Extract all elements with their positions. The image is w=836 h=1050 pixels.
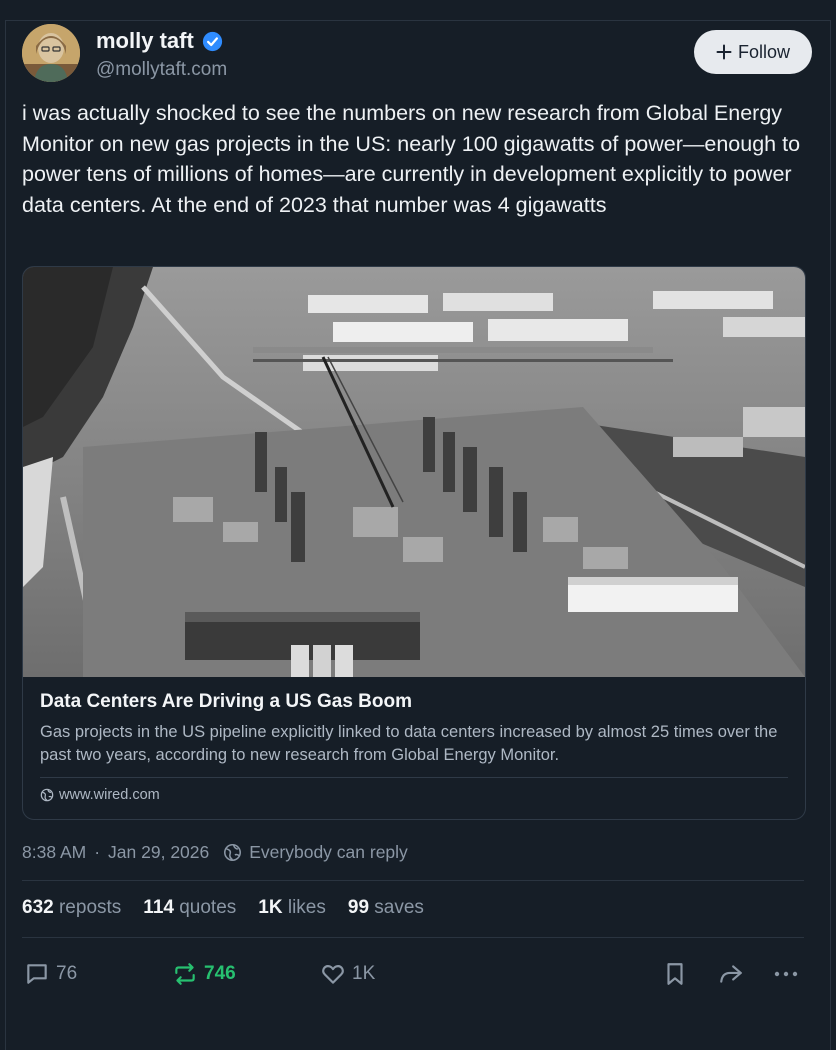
share-icon	[716, 961, 746, 987]
reposts-stat[interactable]: 632 reposts	[22, 897, 121, 919]
more-icon	[772, 961, 800, 987]
author-handle[interactable]: @mollytaft.com	[96, 59, 227, 81]
article-domain: www.wired.com	[40, 787, 160, 803]
follow-label: Follow	[737, 41, 790, 62]
action-bar: 76 746 1K	[22, 956, 804, 996]
follow-button[interactable]: Follow	[694, 30, 812, 74]
repost-icon	[172, 961, 198, 987]
like-button[interactable]: 1K	[320, 956, 375, 992]
bookmark-icon	[662, 961, 688, 987]
post-time: 8:38 AM	[22, 842, 87, 862]
link-card[interactable]: Data Centers Are Driving a US Gas Boom G…	[22, 266, 806, 820]
article-image	[23, 267, 805, 677]
likes-stat[interactable]: 1K likes	[258, 897, 326, 919]
article-domain-text: www.wired.com	[59, 787, 160, 803]
plus-icon	[716, 44, 732, 60]
post-date: Jan 29, 2026	[108, 842, 210, 862]
reply-setting-text: Everybody can reply	[249, 842, 408, 862]
card-divider	[40, 777, 788, 778]
bookmark-button[interactable]	[662, 956, 688, 992]
engagement-stats: 632 reposts 114 quotes 1K likes 99 saves	[22, 897, 424, 919]
comment-icon	[24, 961, 50, 987]
share-button[interactable]	[716, 956, 746, 992]
reply-setting[interactable]: Everybody can reply	[223, 842, 408, 863]
reply-count: 76	[56, 963, 78, 984]
article-title: Data Centers Are Driving a US Gas Boom	[40, 691, 413, 712]
saves-stat[interactable]: 99 saves	[348, 897, 424, 919]
name-row: molly taft	[96, 28, 223, 54]
avatar[interactable]	[22, 24, 80, 82]
more-button[interactable]	[772, 956, 800, 992]
like-count: 1K	[352, 963, 376, 984]
author-name[interactable]: molly taft	[96, 28, 194, 54]
reply-setting-icon	[223, 843, 242, 862]
post-header: molly taft @mollytaft.com Follow	[22, 24, 812, 84]
meta-separator: ·	[94, 842, 101, 862]
post-meta: 8:38 AM · Jan 29, 2026 Everybody can rep…	[22, 842, 408, 863]
stats-divider-top	[22, 880, 804, 881]
post-text: i was actually shocked to see the number…	[22, 101, 801, 217]
repost-count: 746	[204, 963, 236, 984]
repost-button[interactable]: 746	[172, 956, 236, 992]
globe-icon	[40, 788, 54, 802]
reply-button[interactable]: 76	[24, 956, 77, 992]
top-border	[0, 0, 836, 20]
heart-icon	[320, 961, 346, 987]
quotes-stat[interactable]: 114 quotes	[143, 897, 236, 919]
stats-divider-bottom	[22, 937, 804, 938]
article-description: Gas projects in the US pipeline explicit…	[40, 723, 778, 764]
verified-check-icon	[202, 31, 223, 52]
